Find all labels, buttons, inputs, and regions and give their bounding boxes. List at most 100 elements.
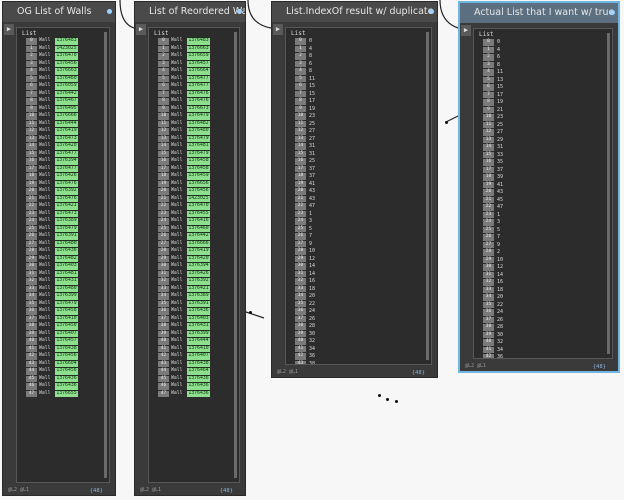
node-title[interactable]: List of Reordered Walls xyxy=(135,2,245,22)
element-id-badge[interactable]: 1376399 xyxy=(187,330,210,337)
element-id-badge[interactable]: 1376476 xyxy=(55,180,78,187)
element-id-badge[interactable]: 1376458 xyxy=(55,308,78,315)
element-id-badge[interactable]: 1376604 xyxy=(55,360,78,367)
element-id-badge[interactable]: 1376431 xyxy=(55,278,78,285)
element-id-badge[interactable]: 1376436 xyxy=(187,390,210,397)
node-title[interactable]: OG List of Walls xyxy=(3,2,115,22)
element-id-badge[interactable]: 1376483 xyxy=(187,38,210,45)
watch-node-reordered-walls[interactable]: List of Reordered Walls▶List0Wall1376483… xyxy=(134,1,246,496)
element-id-badge[interactable]: 1376479 xyxy=(55,300,78,307)
element-id-badge[interactable]: 1376426 xyxy=(187,270,210,277)
element-id-badge[interactable]: 1376656 xyxy=(187,180,210,187)
element-id-badge[interactable]: 1376473 xyxy=(55,210,78,217)
element-id-badge[interactable]: 1376477 xyxy=(187,83,210,90)
watch-scrollbar[interactable] xyxy=(104,32,107,478)
element-id-badge[interactable]: 1376403 xyxy=(187,315,210,322)
element-id-badge[interactable]: 1376419 xyxy=(55,128,78,135)
element-id-badge[interactable]: 1376460 xyxy=(187,225,210,232)
element-id-badge[interactable]: 1376482 xyxy=(55,255,78,262)
element-id-badge[interactable]: 1376477 xyxy=(55,165,78,172)
element-id-badge[interactable]: 1376436 xyxy=(187,375,210,382)
watch-scrollbar[interactable] xyxy=(234,32,237,478)
watch-scrollbar[interactable] xyxy=(426,32,429,360)
element-id-badge[interactable]: 1423025 xyxy=(55,45,78,52)
element-id-badge[interactable]: 1376392 xyxy=(187,278,210,285)
element-id-badge[interactable]: 1376479 xyxy=(187,135,210,142)
element-id-badge[interactable]: 1376410 xyxy=(187,345,210,352)
element-id-badge[interactable]: 1376442 xyxy=(55,90,78,97)
element-id-badge[interactable]: 1376457 xyxy=(55,338,78,345)
element-id-badge[interactable]: 1376456 xyxy=(55,368,78,375)
watch-node-actual-list[interactable]: Actual List that I want w/ true index va… xyxy=(458,1,620,373)
element-id-badge[interactable]: 1376479 xyxy=(187,150,210,157)
element-id-badge[interactable]: 1376464 xyxy=(187,368,210,375)
element-id-badge[interactable]: 1376480 xyxy=(55,285,78,292)
element-id-badge[interactable]: 1376482 xyxy=(187,120,210,127)
element-id-badge[interactable]: 1376460 xyxy=(55,75,78,82)
element-id-badge[interactable]: 1376391 xyxy=(187,300,210,307)
element-id-badge[interactable]: 1376436 xyxy=(55,375,78,382)
element-id-badge[interactable]: 1376419 xyxy=(187,248,210,255)
element-id-badge[interactable]: 1376477 xyxy=(55,150,78,157)
element-id-badge[interactable]: 1376673 xyxy=(187,105,210,112)
element-id-badge[interactable]: 1376416 xyxy=(187,218,210,225)
watch-scrollbar[interactable] xyxy=(607,33,610,354)
element-id-badge[interactable]: 1376421 xyxy=(55,203,78,210)
element-id-badge[interactable]: 1376467 xyxy=(55,98,78,105)
element-id-badge[interactable]: 1376456 xyxy=(55,353,78,360)
element-id-badge[interactable]: 1376438 xyxy=(187,360,210,367)
element-id-badge[interactable]: 1376444 xyxy=(55,120,78,127)
element-id-badge[interactable]: 1376495 xyxy=(55,105,78,112)
element-id-badge[interactable]: 1376481 xyxy=(187,143,210,150)
element-id-badge[interactable]: 1376470 xyxy=(55,53,78,60)
element-id-badge[interactable]: 1376394 xyxy=(55,158,78,165)
element-id-badge[interactable]: 1376663 xyxy=(187,45,210,52)
element-id-badge[interactable]: 1423025 xyxy=(187,195,210,202)
element-id-badge[interactable]: 1376450 xyxy=(55,323,78,330)
element-id-badge[interactable]: 1376438 xyxy=(55,345,78,352)
element-id-badge[interactable]: 1376436 xyxy=(55,248,78,255)
element-id-badge[interactable]: 1376436 xyxy=(55,383,78,390)
element-id-badge[interactable]: 1376663 xyxy=(55,68,78,75)
element-id-badge[interactable]: 1376392 xyxy=(55,188,78,195)
element-id-badge[interactable]: 1376655 xyxy=(55,390,78,397)
element-id-badge[interactable]: 1376666 xyxy=(187,240,210,247)
element-id-badge[interactable]: 1376473 xyxy=(55,135,78,142)
element-id-badge[interactable]: 1376666 xyxy=(55,113,78,120)
element-id-badge[interactable]: 1376459 xyxy=(187,173,210,180)
element-id-badge[interactable]: 1376476 xyxy=(187,98,210,105)
node-title[interactable]: Actual List that I want w/ true index va… xyxy=(460,3,618,23)
element-id-badge[interactable]: 1376480 xyxy=(187,128,210,135)
input-port[interactable]: ▶ xyxy=(461,25,471,36)
element-id-badge[interactable]: 1376420 xyxy=(187,255,210,262)
element-id-badge[interactable]: 1376389 xyxy=(55,218,78,225)
watch-node-og-list[interactable]: OG List of Walls ▶ List 0 Wall 1376483 1 Wall 14… xyxy=(2,1,116,496)
input-port[interactable]: ▶ xyxy=(273,24,283,35)
element-id-badge[interactable]: 1376455 xyxy=(187,210,210,217)
element-id-badge[interactable]: 1376442 xyxy=(187,233,210,240)
element-id-badge[interactable]: 1376436 xyxy=(187,383,210,390)
element-id-badge[interactable]: 1376436 xyxy=(187,308,210,315)
element-id-badge[interactable]: 1376458 xyxy=(187,158,210,165)
element-id-badge[interactable]: 1376059 xyxy=(55,83,78,90)
node-title[interactable]: List.IndexOf result w/ duplicate index v… xyxy=(272,2,437,22)
element-id-badge[interactable]: 1376479 xyxy=(55,225,78,232)
input-port[interactable]: ▶ xyxy=(4,24,14,35)
element-id-badge[interactable]: 1376483 xyxy=(55,38,78,45)
element-id-badge[interactable]: 1376399 xyxy=(55,293,78,300)
element-id-badge[interactable]: 1376664 xyxy=(187,68,210,75)
element-id-badge[interactable]: 1376407 xyxy=(187,353,210,360)
element-id-badge[interactable]: 1376457 xyxy=(187,60,210,67)
element-id-badge[interactable]: 1376477 xyxy=(187,75,210,82)
element-id-badge[interactable]: 1376479 xyxy=(187,113,210,120)
element-id-badge[interactable]: 1376426 xyxy=(55,173,78,180)
element-id-badge[interactable]: 1376394 xyxy=(187,263,210,270)
element-id-badge[interactable]: 1376421 xyxy=(187,285,210,292)
input-port[interactable]: ▶ xyxy=(136,24,146,35)
element-id-badge[interactable]: 1376431 xyxy=(187,323,210,330)
element-id-badge[interactable]: 1376456 xyxy=(55,60,78,67)
element-id-badge[interactable]: 1376476 xyxy=(55,195,78,202)
element-id-badge[interactable]: 1376458 xyxy=(187,165,210,172)
element-id-badge[interactable]: 1376659 xyxy=(187,53,210,60)
element-id-badge[interactable]: 1376410 xyxy=(55,315,78,322)
